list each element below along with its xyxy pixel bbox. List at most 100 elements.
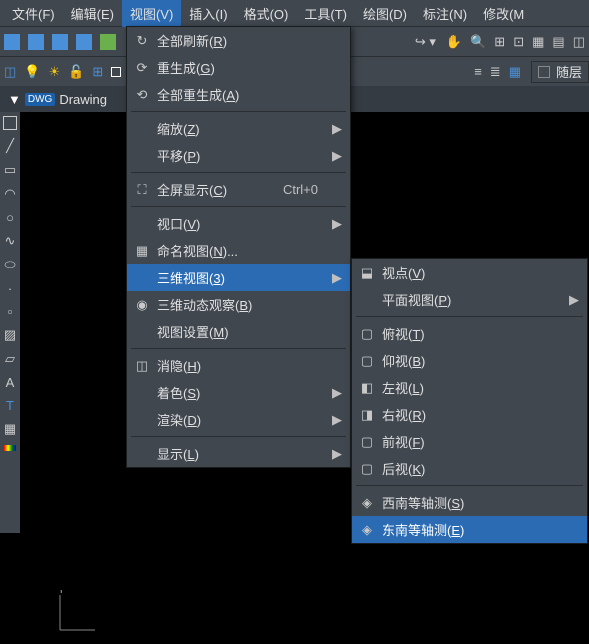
ltype3-icon[interactable]: ▦ xyxy=(509,64,521,80)
3dview-item-10[interactable]: ◈西南等轴测(S) xyxy=(352,489,587,516)
view-menu-item-0[interactable]: ↻全部刷新(R) xyxy=(127,27,350,54)
menu-tools[interactable]: 工具(T) xyxy=(296,0,355,27)
point-icon[interactable]: · xyxy=(8,281,12,296)
3dview-item-0[interactable]: ⬓视点(V) xyxy=(352,259,587,286)
rect-icon[interactable]: ▭ xyxy=(4,162,16,178)
menu-format[interactable]: 格式(O) xyxy=(236,0,297,27)
line-icon[interactable] xyxy=(3,116,17,130)
print-icon[interactable]: ⊞ xyxy=(92,64,103,80)
layout-icon[interactable]: ◫ xyxy=(573,34,585,50)
menu-label: 命名视图(N)... xyxy=(157,241,326,260)
gradient-icon[interactable] xyxy=(4,445,16,451)
menu-label: 三维动态观察(B) xyxy=(157,295,326,314)
text-icon[interactable]: A xyxy=(6,375,15,390)
submenu-arrow-icon: ▶ xyxy=(332,412,342,428)
submenu-arrow-icon: ▶ xyxy=(332,385,342,401)
zoom3-icon[interactable]: ⊡ xyxy=(513,34,524,50)
view-menu-item-5[interactable]: 平移(P)▶ xyxy=(127,142,350,169)
region-icon[interactable]: ▱ xyxy=(5,351,15,367)
menu-label: 着色(S) xyxy=(157,383,326,402)
ltype2-icon[interactable]: ≣ xyxy=(490,64,501,80)
menu-label: 仰视(B) xyxy=(382,351,563,370)
grid-icon[interactable]: ▦ xyxy=(532,34,544,50)
menu-label: 重生成(G) xyxy=(157,58,326,77)
color-icon[interactable] xyxy=(111,67,121,77)
view-menu-item-16[interactable]: 着色(S) ▶ xyxy=(127,379,350,406)
menu-icon: ⟳ xyxy=(127,60,157,76)
3dview-item-7[interactable]: ▢前视(F) xyxy=(352,428,587,455)
menu-file[interactable]: 文件(F) xyxy=(4,0,63,27)
menu-icon: ▢ xyxy=(352,461,382,477)
3dview-item-1[interactable]: 平面视图(P)▶ xyxy=(352,286,587,313)
arrow-icon[interactable]: ↪ ▾ xyxy=(415,34,436,50)
menu-insert[interactable]: 插入(I) xyxy=(181,0,235,27)
submenu-arrow-icon: ▶ xyxy=(332,121,342,137)
view-menu-item-12[interactable]: ◉三维动态观察(B) xyxy=(127,291,350,318)
sun-icon[interactable]: ☀ xyxy=(48,64,60,80)
arc-icon[interactable]: ◠ xyxy=(4,186,15,202)
menu-accel: Ctrl+0 xyxy=(283,182,326,197)
menu-icon: ◨ xyxy=(352,407,382,423)
color-swatch xyxy=(538,66,550,78)
menu-label: 右视(R) xyxy=(382,405,563,424)
submenu-arrow-icon: ▶ xyxy=(332,446,342,462)
polyline-icon[interactable]: ╱ xyxy=(6,138,14,154)
menu-label: 后视(K) xyxy=(382,459,563,478)
view-menu-item-15[interactable]: ◫消隐(H) xyxy=(127,352,350,379)
3dview-item-11[interactable]: ◈东南等轴测(E) xyxy=(352,516,587,543)
table-icon[interactable]: ▦ xyxy=(4,421,16,437)
zoom2-icon[interactable]: ⊞ xyxy=(494,34,505,50)
grid2-icon[interactable]: ▤ xyxy=(552,34,564,50)
menu-icon: ↻ xyxy=(127,33,157,49)
bulb-icon[interactable]: 💡 xyxy=(24,64,40,80)
menu-dim[interactable]: 标注(N) xyxy=(415,0,475,27)
menubar: 文件(F) 编辑(E) 视图(V) 插入(I) 格式(O) 工具(T) 绘图(D… xyxy=(0,0,589,26)
submenu-arrow-icon: ▶ xyxy=(332,270,342,286)
view-menu-item-9[interactable]: 视口(V)▶ xyxy=(127,210,350,237)
tab-name[interactable]: Drawing xyxy=(59,92,107,107)
view-menu-item-19[interactable]: 显示(L)▶ xyxy=(127,440,350,467)
new-icon[interactable] xyxy=(4,34,20,50)
view-menu-item-10[interactable]: ▦命名视图(N)... xyxy=(127,237,350,264)
circle-icon[interactable]: ○ xyxy=(6,210,14,225)
view-menu-item-13[interactable]: 视图设置(M) xyxy=(127,318,350,345)
zoom-icon[interactable]: 🔍 xyxy=(470,34,486,50)
layer-combo[interactable]: 随层 xyxy=(531,61,589,83)
saveas-icon[interactable] xyxy=(76,34,92,50)
ellipse-icon[interactable]: ⬭ xyxy=(4,257,15,273)
menu-icon: ◈ xyxy=(352,522,382,538)
open-icon[interactable] xyxy=(28,34,44,50)
submenu-arrow-icon: ▶ xyxy=(332,148,342,164)
view-menu-item-11[interactable]: 三维视图(3)▶ xyxy=(127,264,350,291)
view-menu-item-7[interactable]: ⛶全屏显示(C)Ctrl+0 xyxy=(127,176,350,203)
menu-icon: ⛶ xyxy=(127,182,157,198)
3dview-item-3[interactable]: ▢俯视(T) xyxy=(352,320,587,347)
view-menu-item-1[interactable]: ⟳重生成(G) xyxy=(127,54,350,81)
menu-edit[interactable]: 编辑(E) xyxy=(63,0,122,27)
mtext-icon[interactable]: T xyxy=(6,398,14,413)
lock-icon[interactable]: 🔓 xyxy=(68,64,84,80)
save-icon[interactable] xyxy=(52,34,68,50)
menu-view[interactable]: 视图(V) xyxy=(122,0,181,27)
view-menu-item-4[interactable]: 缩放(Z)▶ xyxy=(127,115,350,142)
view-menu-item-2[interactable]: ⟲全部重生成(A) xyxy=(127,81,350,108)
menu-draw[interactable]: 绘图(D) xyxy=(355,0,415,27)
spline-icon[interactable]: ∿ xyxy=(5,233,16,249)
3dview-item-5[interactable]: ◧左视(L) xyxy=(352,374,587,401)
layer-icon[interactable]: ◫ xyxy=(4,64,16,80)
3dview-item-6[interactable]: ◨右视(R) xyxy=(352,401,587,428)
menu-label: 西南等轴测(S) xyxy=(382,493,563,512)
view-menu-item-17[interactable]: 渲染(D) ▶ xyxy=(127,406,350,433)
sidebar-tools: ╱ ▭ ◠ ○ ∿ ⬭ · ▫ ▨ ▱ A T ▦ xyxy=(0,112,20,533)
menu-modify[interactable]: 修改(M xyxy=(475,0,532,27)
collapse-icon[interactable]: ▼ xyxy=(8,92,21,107)
menu-label: 渲染(D) xyxy=(157,410,326,429)
3dview-item-4[interactable]: ▢仰视(B) xyxy=(352,347,587,374)
ltype-icon[interactable]: ≡ xyxy=(474,64,482,79)
tool-icon[interactable] xyxy=(100,34,116,50)
hatch-icon[interactable]: ▨ xyxy=(4,327,16,343)
pan-icon[interactable]: ✋ xyxy=(446,34,462,50)
block-icon[interactable]: ▫ xyxy=(8,304,13,319)
3dview-item-8[interactable]: ▢后视(K) xyxy=(352,455,587,482)
menu-label: 全部重生成(A) xyxy=(157,85,326,104)
